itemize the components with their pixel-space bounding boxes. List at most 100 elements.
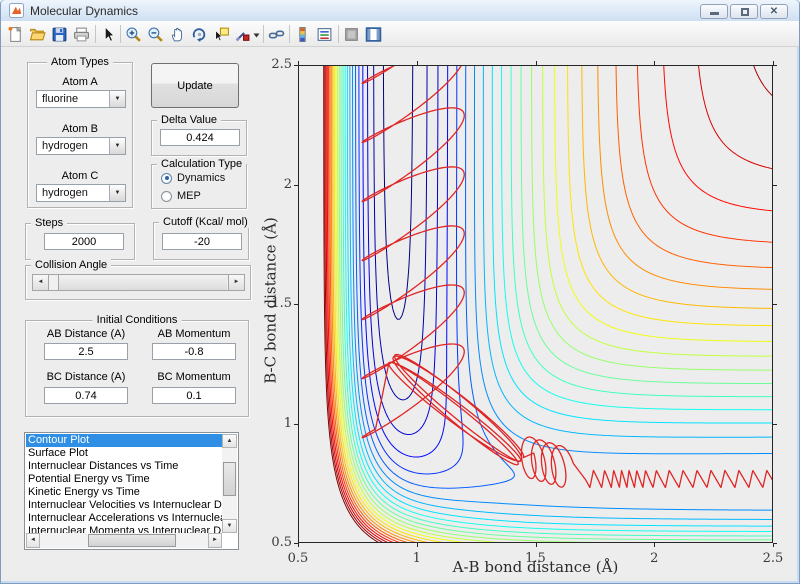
minimize-icon <box>710 12 719 15</box>
maximize-button[interactable] <box>730 4 758 19</box>
radio-mep-label: MEP <box>177 190 201 202</box>
list-item[interactable]: Internuclear Velocities vs Internuclear … <box>26 499 222 512</box>
minimize-button[interactable] <box>700 4 728 19</box>
calculation-type-title: Calculation Type <box>157 158 246 170</box>
slider-left-arrow-icon[interactable]: ◄ <box>33 275 49 290</box>
x-tick-label: 2.5 <box>755 551 791 566</box>
y-tick-label: 1 <box>256 416 292 431</box>
atom-a-label: Atom A <box>28 76 132 88</box>
cutoff-panel: Cutoff (Kcal/ mol) <box>153 222 249 260</box>
scroll-right-icon[interactable]: ► <box>208 533 222 548</box>
title-bar[interactable]: Molecular Dynamics ✕ <box>1 0 799 21</box>
ab-distance-input[interactable] <box>44 343 128 360</box>
close-icon: ✕ <box>761 5 787 18</box>
window-title: Molecular Dynamics <box>30 4 138 18</box>
zoom-out-icon[interactable] <box>146 25 165 44</box>
zoom-in-icon[interactable] <box>124 25 143 44</box>
delta-value-title: Delta Value <box>157 114 221 126</box>
radio-button-icon <box>161 173 172 184</box>
initial-conditions-title: Initial Conditions <box>93 314 182 326</box>
delta-value-input[interactable] <box>160 129 240 146</box>
horizontal-scrollbar[interactable]: ◄ ► <box>26 533 222 548</box>
list-item[interactable]: Internuclear Momenta vs Internuclear Dis… <box>26 525 222 533</box>
atom-b-label: Atom B <box>28 123 132 135</box>
print-figure-icon[interactable] <box>72 25 91 44</box>
atom-c-label: Atom C <box>28 170 132 182</box>
data-cursor-icon[interactable] <box>212 25 231 44</box>
contour-plot: A-B bond distance (Å) B-C bond distance … <box>292 59 792 584</box>
slider-right-arrow-icon[interactable]: ► <box>228 275 244 290</box>
update-button[interactable]: Update <box>151 63 239 108</box>
app-window: Molecular Dynamics ✕ At <box>0 0 800 584</box>
scrollbar-thumb[interactable] <box>223 462 236 496</box>
atom-b-select[interactable]: hydrogen ▼ <box>36 137 126 155</box>
plot-type-listbox: Contour Plot Surface Plot Internuclear D… <box>24 432 239 550</box>
ab-momentum-input[interactable] <box>152 343 236 360</box>
atom-c-select[interactable]: hydrogen ▼ <box>36 184 126 202</box>
collision-angle-slider[interactable]: ◄ ► <box>32 274 245 291</box>
scroll-down-icon[interactable]: ▼ <box>222 519 237 533</box>
insert-legend-icon[interactable] <box>315 25 334 44</box>
steps-input[interactable] <box>44 233 124 250</box>
scroll-left-icon[interactable]: ◄ <box>26 533 40 548</box>
steps-title: Steps <box>31 217 67 229</box>
open-file-icon[interactable] <box>28 25 47 44</box>
link-plot-icon[interactable] <box>267 25 286 44</box>
rotate-3d-icon[interactable] <box>190 25 209 44</box>
matlab-icon <box>9 3 24 18</box>
x-tick-label: 0.5 <box>280 551 316 566</box>
insert-colorbar-icon[interactable] <box>293 25 312 44</box>
list-item[interactable]: Surface Plot <box>26 447 222 460</box>
contour-canvas[interactable] <box>292 59 779 549</box>
maximize-icon <box>741 8 749 16</box>
list-item[interactable]: Kinetic Energy vs Time <box>26 486 222 499</box>
bc-momentum-label: BC Momentum <box>144 371 244 383</box>
cutoff-input[interactable] <box>162 233 242 250</box>
edit-plot-icon[interactable] <box>99 25 118 44</box>
list-item[interactable]: Internuclear Distances vs Time <box>26 460 222 473</box>
brush-dropdown-icon[interactable] <box>251 25 261 44</box>
scrollbar-thumb[interactable] <box>88 534 176 547</box>
list-item[interactable]: Potential Energy vs Time <box>26 473 222 486</box>
x-tick-label: 1.5 <box>518 551 554 566</box>
radio-dynamics-label: Dynamics <box>177 172 225 184</box>
cutoff-title: Cutoff (Kcal/ mol) <box>159 216 252 228</box>
calculation-type-panel: Calculation Type Dynamics MEP <box>151 164 247 209</box>
collision-angle-panel: Collision Angle ◄ ► <box>25 265 251 300</box>
ab-momentum-label: AB Momentum <box>144 328 244 340</box>
x-tick-label: 2 <box>636 551 672 566</box>
collision-angle-title: Collision Angle <box>31 259 111 271</box>
scroll-up-icon[interactable]: ▲ <box>222 434 237 448</box>
slider-thumb[interactable] <box>58 275 227 290</box>
list-item[interactable]: Internuclear Accelerations vs Internucle… <box>26 512 222 525</box>
radio-button-icon <box>161 191 172 202</box>
atom-types-title: Atom Types <box>47 56 113 68</box>
bc-distance-input[interactable] <box>44 387 128 404</box>
close-button[interactable]: ✕ <box>760 4 788 19</box>
new-figure-icon[interactable] <box>6 25 25 44</box>
brush-icon[interactable] <box>233 25 252 44</box>
pan-icon[interactable] <box>168 25 187 44</box>
atom-types-panel: Atom Types Atom A fluorine ▼ Atom B hydr… <box>27 62 133 208</box>
radio-mep[interactable]: MEP <box>161 190 201 202</box>
y-tick-label: 0.5 <box>256 535 292 550</box>
bc-momentum-input[interactable] <box>152 387 236 404</box>
y-tick-label: 2.5 <box>256 57 292 72</box>
atom-c-value: hydrogen <box>42 187 88 199</box>
radio-dynamics[interactable]: Dynamics <box>161 172 225 184</box>
chevron-down-icon[interactable]: ▼ <box>109 138 125 154</box>
save-figure-icon[interactable] <box>50 25 69 44</box>
toolbar <box>1 21 799 47</box>
list-item[interactable]: Contour Plot <box>26 434 222 447</box>
x-tick-label: 1 <box>399 551 435 566</box>
delta-value-panel: Delta Value <box>151 120 247 156</box>
chevron-down-icon[interactable]: ▼ <box>109 91 125 107</box>
hide-plot-tools-icon[interactable] <box>342 25 361 44</box>
show-plot-tools-dock-icon[interactable] <box>364 25 383 44</box>
bc-distance-label: BC Distance (A) <box>36 371 136 383</box>
y-tick-label: 2 <box>256 177 292 192</box>
chevron-down-icon[interactable]: ▼ <box>109 185 125 201</box>
y-tick-label: 1.5 <box>256 296 292 311</box>
vertical-scrollbar[interactable]: ▲ ▼ <box>222 434 237 533</box>
atom-a-select[interactable]: fluorine ▼ <box>36 90 126 108</box>
